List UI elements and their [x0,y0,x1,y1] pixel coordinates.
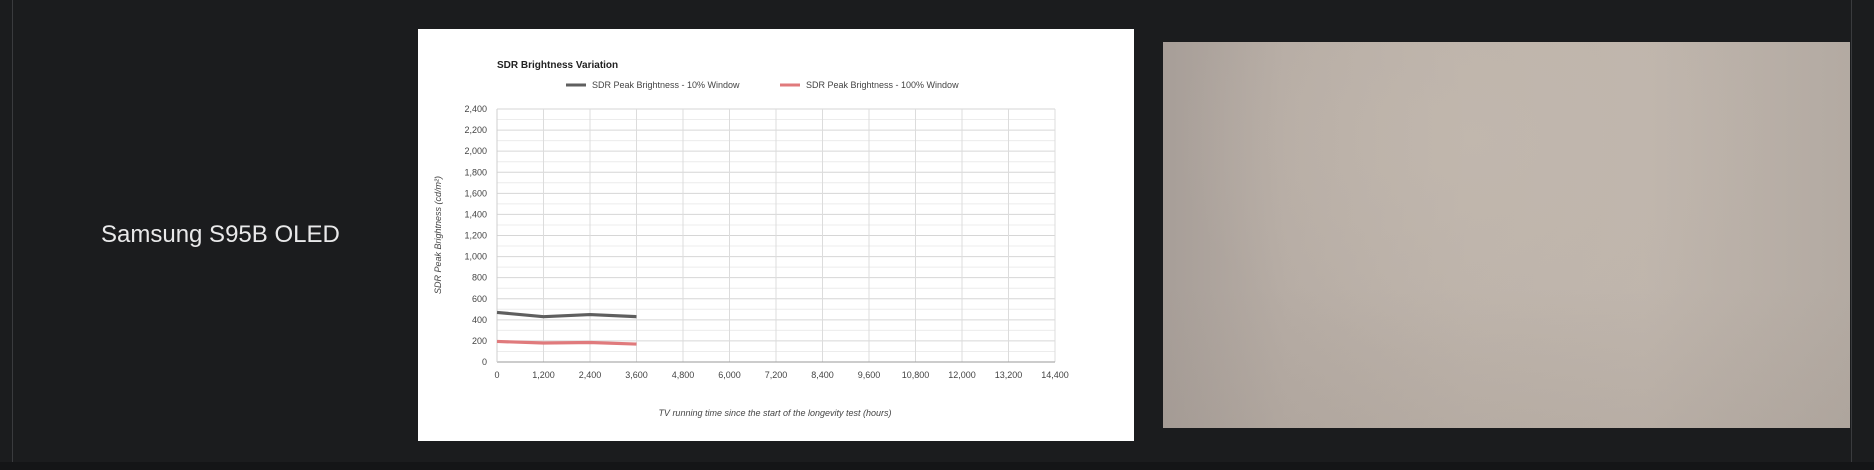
tv-screen-photo [1163,42,1850,428]
x-tick-label: 3,600 [625,370,648,380]
brightness-chart-card: SDR Brightness Variation SDR Peak Bright… [418,29,1134,441]
series-line-1 [496,310,637,319]
y-tick-label: 200 [472,336,487,346]
x-tick-label: 7,200 [765,370,788,380]
y-tick-label: 1,200 [464,231,487,241]
y-tick-label: 1,800 [464,167,487,177]
legend-label-2: SDR Peak Brightness - 100% Window [806,80,959,90]
series-line-2 [496,339,637,346]
x-axis-ticks: 0 1,200 2,400 3,600 4,800 6,000 7,200 8,400 9,60… [494,370,1068,380]
legend-label-1: SDR Peak Brightness - 10% Window [592,80,740,90]
x-tick-label: 9,600 [858,370,881,380]
x-tick-label: 1,200 [532,370,555,380]
y-tick-label: 0 [482,357,487,367]
y-tick-label: 2,400 [464,104,487,114]
chart-grid [496,108,1056,363]
chart-legend: SDR Peak Brightness - 10% Window SDR Peak… [566,80,959,90]
y-tick-label: 1,400 [464,209,487,219]
x-tick-label: 4,800 [672,370,695,380]
y-axis-label: SDR Peak Brightness (cd/m²) [433,176,443,294]
x-tick-label: 6,000 [718,370,741,380]
y-tick-label: 600 [472,294,487,304]
y-tick-label: 1,600 [464,188,487,198]
x-tick-label: 8,400 [811,370,834,380]
x-tick-label: 14,400 [1041,370,1069,380]
brightness-chart: SDR Brightness Variation SDR Peak Bright… [433,60,1069,418]
y-axis-ticks: 0 200 400 600 800 1,000 1,200 1,400 1,600 1,800 2,… [464,104,487,367]
x-tick-label: 2,400 [579,370,602,380]
x-tick-label: 0 [494,370,499,380]
y-tick-label: 2,000 [464,146,487,156]
photo-shading [1163,288,1850,428]
y-tick-label: 400 [472,315,487,325]
chart-title: SDR Brightness Variation [497,60,618,71]
x-tick-label: 12,000 [948,370,976,380]
tv-model-name: Samsung S95B OLED [101,221,340,248]
y-tick-label: 1,000 [464,252,487,262]
y-tick-label: 800 [472,273,487,283]
x-tick-label: 10,800 [902,370,930,380]
y-tick-label: 2,200 [464,125,487,135]
chart-series [496,310,637,346]
x-tick-label: 13,200 [995,370,1023,380]
row-bottom-rule [0,462,1874,470]
comparison-row: Samsung S95B OLED SDR Brightness Variati… [12,0,1852,470]
x-axis-label: TV running time since the start of the l… [658,408,891,418]
